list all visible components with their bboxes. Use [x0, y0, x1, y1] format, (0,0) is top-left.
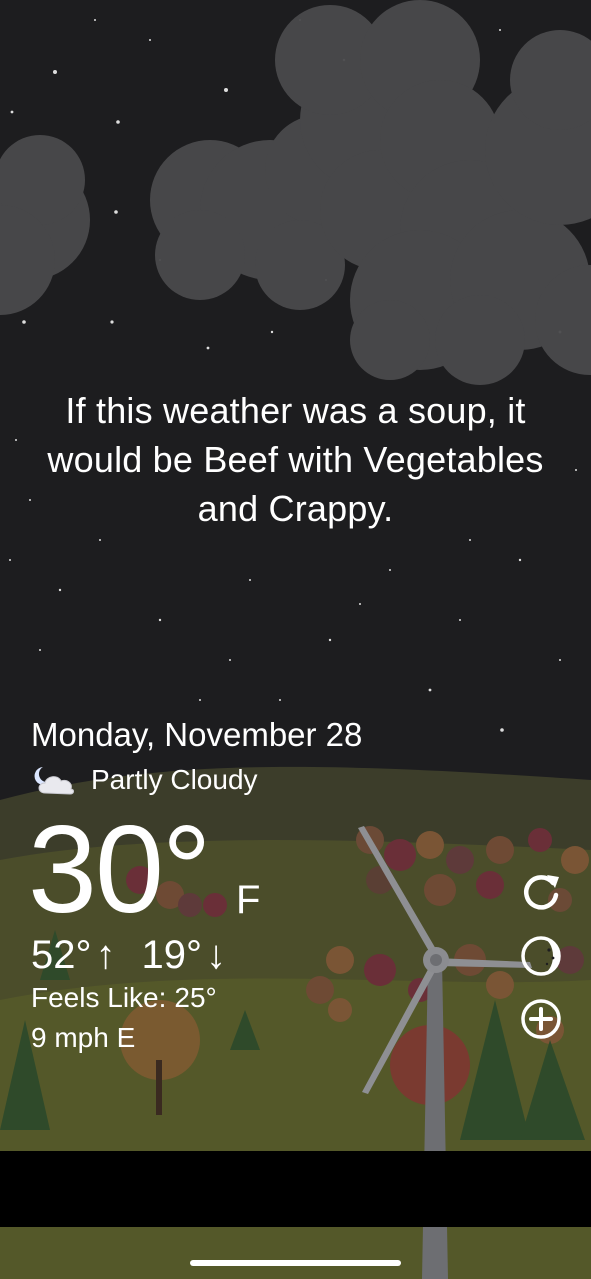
feels-like: Feels Like: 25° [31, 980, 217, 1016]
refresh-button[interactable] [519, 869, 563, 913]
down-arrow-icon: ↓ [206, 933, 226, 977]
add-location-icon [521, 999, 561, 1039]
condition-row: Partly Cloudy [31, 760, 258, 800]
condition-text: Partly Cloudy [91, 764, 258, 795]
weather-quote: If this weather was a soup, it would be … [47, 390, 544, 529]
home-indicator[interactable] [190, 1260, 401, 1266]
feels-like-label: Feels Like: [31, 982, 167, 1013]
temperature-unit: F [236, 878, 261, 922]
partly-cloudy-night-icon [34, 767, 74, 795]
up-arrow-icon: ↑ [95, 933, 116, 977]
weather-scene-background [0, 0, 591, 1279]
wind-speed: 9 mph E [31, 1022, 136, 1053]
refresh-icon [524, 875, 559, 910]
moon-theme-icon [521, 936, 561, 976]
current-date: Monday, November 28 [31, 716, 363, 753]
add-location-button[interactable] [519, 997, 563, 1041]
bottom-bar [0, 1151, 591, 1227]
high-low-temperatures: 52° ↑ 19° ↓ [31, 930, 226, 980]
theme-toggle-button[interactable] [519, 934, 563, 978]
low-temperature: 19° [141, 933, 203, 977]
current-temperature: 30° [28, 801, 212, 939]
high-temperature: 52° [31, 933, 92, 977]
feels-like-value: 25° [174, 982, 217, 1013]
